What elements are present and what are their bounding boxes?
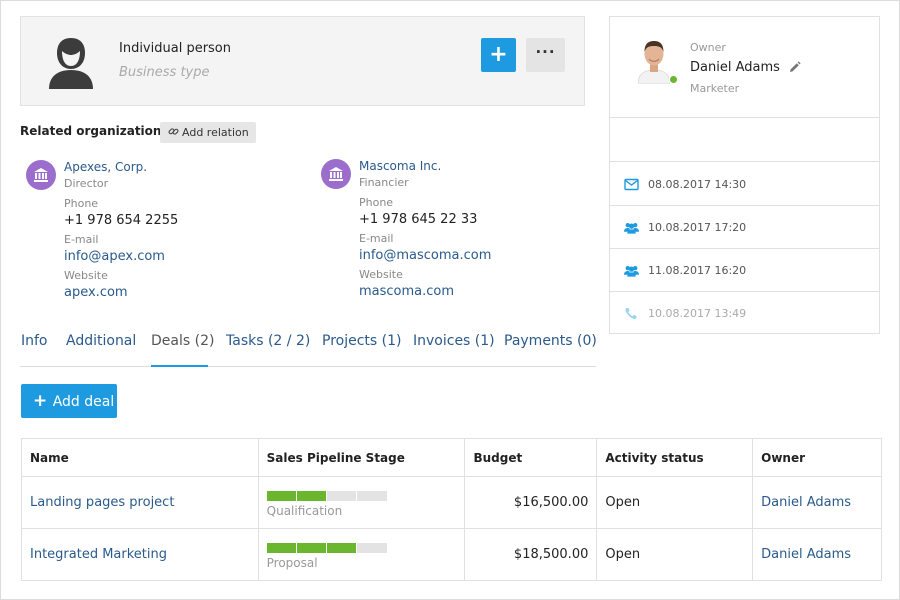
- link-icon: [168, 128, 179, 135]
- users-icon: [624, 223, 639, 234]
- add-relation-button[interactable]: Add relation: [160, 122, 256, 143]
- more-actions-button[interactable]: ···: [526, 38, 565, 72]
- plus-icon: +: [33, 391, 48, 411]
- column-header-owner[interactable]: Owner: [752, 438, 882, 477]
- column-header-activity-status[interactable]: Activity status: [596, 438, 754, 477]
- deal-name-link[interactable]: Integrated Marketing: [30, 547, 167, 562]
- tab-invoices[interactable]: Invoices (1): [413, 333, 495, 349]
- owner-role: Marketer: [690, 82, 740, 95]
- tab-payments[interactable]: Payments (0): [504, 333, 597, 349]
- pipeline-segment: [266, 491, 296, 501]
- stage-label: Proposal: [266, 556, 318, 570]
- activity-date: 10.08.2017 17:20: [648, 221, 747, 234]
- pipeline-segment: [266, 543, 296, 553]
- website-label: Website: [359, 268, 403, 281]
- email-label: E-mail: [64, 233, 99, 246]
- activity-date: 08.08.2017 14:30: [648, 178, 747, 191]
- owner-cell: Daniel Adams: [752, 476, 882, 529]
- deal-name-cell: Landing pages project: [21, 476, 259, 529]
- add-deal-button[interactable]: + Add deal: [21, 384, 117, 418]
- table-header-row: Name Sales Pipeline Stage Budget Activit…: [21, 438, 882, 477]
- owner-cell: Daniel Adams: [752, 528, 882, 581]
- phone-value: +1 978 645 22 33: [359, 212, 478, 227]
- owner-label: Owner: [690, 41, 726, 54]
- pipeline-progress: [266, 491, 387, 501]
- activity-date: 11.08.2017 16:20: [648, 264, 747, 277]
- tab-projects[interactable]: Projects (1): [322, 333, 401, 349]
- website-link[interactable]: mascoma.com: [359, 284, 454, 299]
- tab-tasks[interactable]: Tasks (2 / 2): [226, 333, 310, 349]
- pipeline-segment: [327, 491, 357, 501]
- owner-avatar: [637, 38, 671, 85]
- table-row: Integrated Marketing Proposal $18,500.00…: [21, 528, 882, 581]
- side-empty-section: [610, 118, 879, 162]
- tab-additional[interactable]: Additional: [66, 333, 136, 349]
- stage-label: Qualification: [266, 504, 343, 518]
- phone-label: Phone: [359, 196, 394, 209]
- org-role: Financier: [359, 176, 409, 189]
- column-header-name[interactable]: Name: [21, 438, 259, 477]
- pipeline-progress: [266, 543, 387, 553]
- org-name-link[interactable]: Apexes, Corp.: [64, 160, 147, 174]
- pipeline-segment: [357, 543, 387, 553]
- email-link[interactable]: info@apex.com: [64, 249, 165, 264]
- pipeline-stage-cell: Proposal: [258, 528, 466, 581]
- users-icon: [624, 266, 639, 277]
- pipeline-segment: [327, 543, 357, 553]
- phone-icon: [625, 308, 637, 320]
- pipeline-stage-cell: Qualification: [258, 476, 466, 529]
- owner-box: Owner Daniel Adams Marketer: [610, 17, 879, 118]
- budget-cell: $18,500.00: [464, 528, 598, 581]
- owner-link[interactable]: Daniel Adams: [761, 495, 851, 510]
- activity-row-meeting[interactable]: 10.08.2017 17:20: [610, 206, 879, 249]
- active-tab-indicator: [151, 365, 208, 367]
- related-organizations-title: Related organizations: [20, 124, 169, 138]
- budget-cell: $16,500.00: [464, 476, 598, 529]
- org-role: Director: [64, 177, 109, 190]
- website-label: Website: [64, 269, 108, 282]
- side-panel: Owner Daniel Adams Marketer 08.08.2017 1…: [609, 16, 880, 334]
- activity-row-meeting[interactable]: 11.08.2017 16:20: [610, 249, 879, 292]
- owner-name: Daniel Adams: [690, 60, 780, 75]
- business-type-field[interactable]: Business type: [119, 65, 210, 80]
- pencil-icon[interactable]: [788, 61, 801, 74]
- tab-deals[interactable]: Deals (2): [151, 333, 214, 349]
- column-header-stage[interactable]: Sales Pipeline Stage: [258, 438, 466, 477]
- org-name-link[interactable]: Mascoma Inc.: [359, 159, 441, 173]
- bank-icon: [321, 159, 351, 189]
- activity-status-cell: Open: [596, 528, 754, 581]
- activity-status-cell: Open: [596, 476, 754, 529]
- tab-info[interactable]: Info: [21, 333, 48, 349]
- person-type: Individual person: [119, 41, 232, 56]
- pipeline-segment: [296, 543, 327, 553]
- deal-name-cell: Integrated Marketing: [21, 528, 259, 581]
- activity-date: 10.08.2017 13:49: [648, 307, 747, 320]
- email-label: E-mail: [359, 232, 394, 245]
- add-button[interactable]: +: [481, 38, 516, 72]
- column-header-budget[interactable]: Budget: [464, 438, 598, 477]
- person-card: Individual person Business type + ···: [20, 16, 585, 106]
- pipeline-segment: [357, 491, 387, 501]
- activity-row-call[interactable]: 10.08.2017 13:49: [610, 292, 879, 335]
- add-relation-label: Add relation: [182, 126, 249, 139]
- pipeline-segment: [296, 491, 327, 501]
- website-link[interactable]: apex.com: [64, 285, 128, 300]
- bank-icon: [26, 160, 56, 190]
- add-deal-label: Add deal: [52, 394, 115, 410]
- organization-card: Mascoma Inc. Financier Phone +1 978 645 …: [321, 159, 581, 309]
- organization-card: Apexes, Corp. Director Phone +1 978 654 …: [26, 160, 286, 310]
- activity-row-email[interactable]: 08.08.2017 14:30: [610, 163, 879, 206]
- email-link[interactable]: info@mascoma.com: [359, 248, 491, 263]
- phone-label: Phone: [64, 197, 99, 210]
- deal-name-link[interactable]: Landing pages project: [30, 495, 174, 510]
- tab-bar: Info Additional Deals (2) Tasks (2 / 2) …: [20, 330, 597, 367]
- envelope-icon: [624, 178, 639, 191]
- online-status-icon: [669, 75, 678, 84]
- phone-value: +1 978 654 2255: [64, 213, 179, 228]
- owner-link[interactable]: Daniel Adams: [761, 547, 851, 562]
- person-avatar-icon: [45, 35, 97, 89]
- deals-table: Name Sales Pipeline Stage Budget Activit…: [21, 438, 882, 581]
- table-row: Landing pages project Qualification $16,…: [21, 476, 882, 529]
